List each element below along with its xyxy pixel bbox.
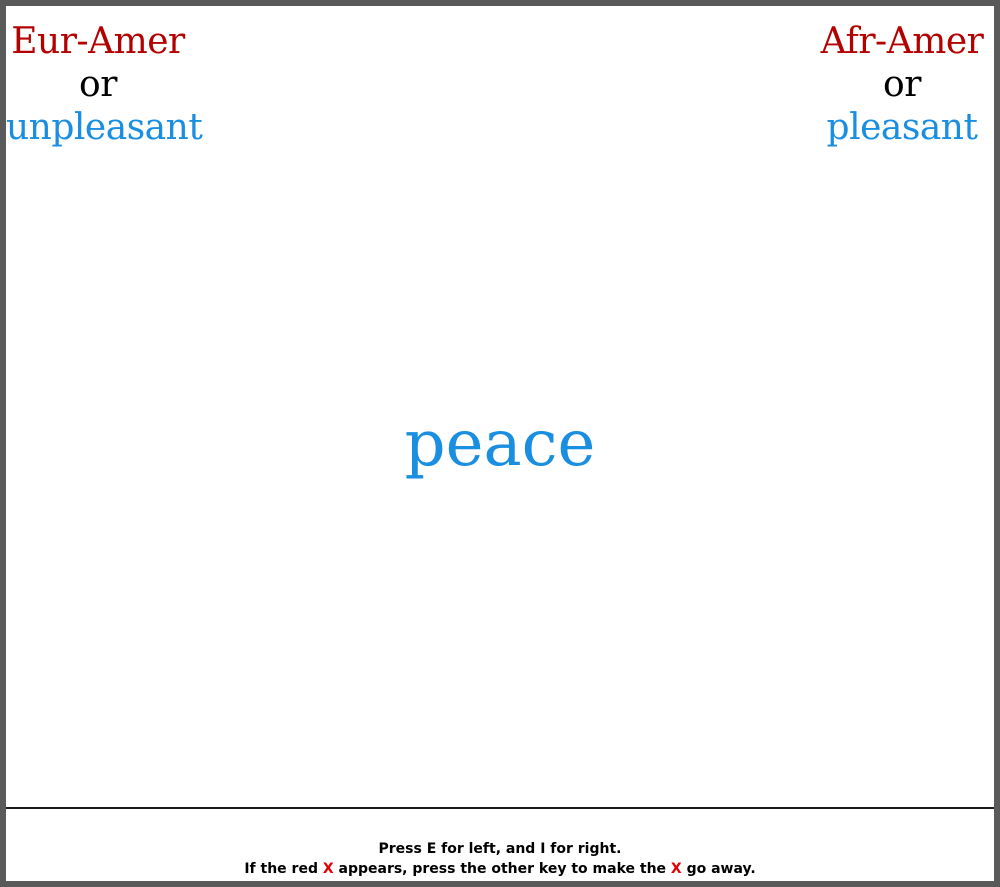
red-x-marker: X: [322, 861, 334, 877]
right-category-label: Afr-Amer or pleasant: [810, 20, 994, 149]
right-category-primary: Afr-Amer: [820, 21, 984, 62]
left-category-connector: or: [79, 64, 117, 105]
task-frame: Eur-Amer or unpleasant Afr-Amer or pleas…: [0, 0, 1000, 887]
instruction-keys: Press E for left, and I for right.: [378, 841, 622, 857]
red-x-marker-second: X: [670, 861, 682, 877]
right-category-connector: or: [883, 64, 921, 105]
right-category-secondary: pleasant: [826, 107, 978, 148]
stimulus-word: peace: [404, 407, 596, 481]
instruction-error-before: If the red: [244, 861, 323, 877]
instructions-panel: Press E for left, and I for right. If th…: [6, 809, 994, 881]
instruction-error: If the red X appears, press the other ke…: [6, 859, 994, 879]
left-category-secondary: unpleasant: [6, 107, 203, 148]
left-category-primary: Eur-Amer: [11, 21, 185, 62]
instruction-error-after: go away.: [681, 861, 756, 877]
instruction-error-middle: appears, press the other key to make the: [333, 861, 671, 877]
stimulus-stage: Eur-Amer or unpleasant Afr-Amer or pleas…: [6, 6, 994, 809]
left-category-label: Eur-Amer or unpleasant: [6, 20, 203, 149]
